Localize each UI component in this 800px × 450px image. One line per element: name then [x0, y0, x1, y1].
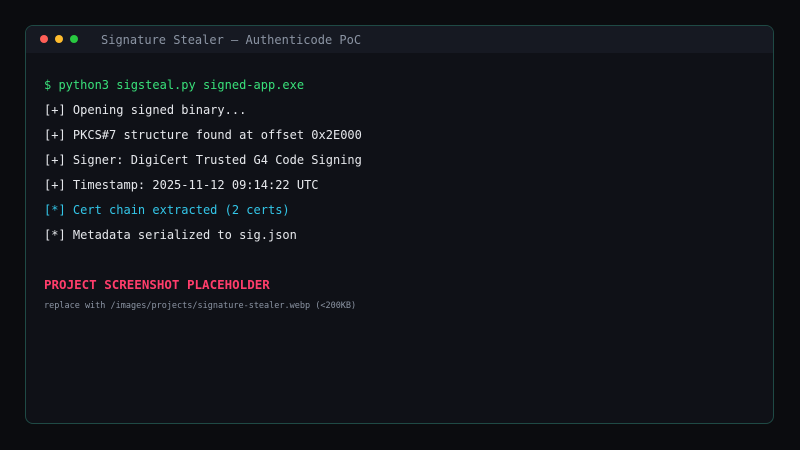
close-button[interactable] [40, 35, 48, 43]
window-controls [40, 35, 78, 43]
terminal-output: $ python3 sigsteal.py signed-app.exe [+]… [44, 78, 755, 253]
terminal-line: [*] Metadata serialized to sig.json [44, 228, 297, 242]
terminal-line: [+] Timestamp: 2025-11-12 09:14:22 UTC [44, 178, 319, 192]
placeholder-subtitle: replace with /images/projects/signature-… [44, 301, 357, 311]
terminal-line-command: $ python3 sigsteal.py signed-app.exe [44, 78, 305, 92]
placeholder-title: PROJECT SCREENSHOT PLACEHOLDER [44, 277, 270, 292]
terminal-line: [+] PKCS#7 structure found at offset 0x2… [44, 128, 362, 142]
terminal-window: Signature Stealer — Authenticode PoC $ p… [25, 25, 774, 424]
terminal-line-highlight: [*] Cert chain extracted (2 certs) [44, 203, 290, 217]
terminal-line: [+] Signer: DigiCert Trusted G4 Code Sig… [44, 153, 362, 167]
terminal-line: [+] Opening signed binary... [44, 103, 247, 117]
minimize-button[interactable] [55, 35, 63, 43]
window-title: Signature Stealer — Authenticode PoC [101, 33, 362, 47]
title-bar: Signature Stealer — Authenticode PoC [26, 26, 773, 53]
maximize-button[interactable] [70, 35, 78, 43]
